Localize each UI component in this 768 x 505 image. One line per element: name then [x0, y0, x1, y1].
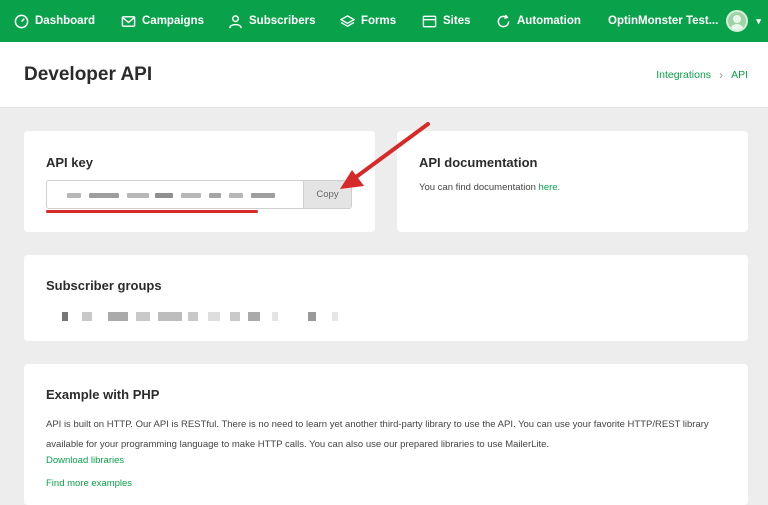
annotation-arrow-icon	[340, 122, 430, 189]
api-key-title: API key	[46, 155, 93, 170]
nav-campaigns[interactable]: Campaigns	[121, 0, 204, 42]
masked-text	[155, 193, 173, 198]
subscriber-groups-card: Subscriber groups	[24, 255, 748, 341]
nav-label: Dashboard	[35, 15, 96, 27]
breadcrumb-separator: ›	[719, 68, 724, 82]
top-nav: Dashboard Campaigns Subscribers Forms Si…	[0, 0, 768, 42]
masked-text	[89, 193, 119, 198]
nav-forms[interactable]: Forms	[340, 0, 396, 42]
breadcrumb-api-link[interactable]: API	[731, 69, 748, 81]
masked-text	[209, 193, 221, 198]
masked-text	[308, 312, 316, 321]
breadcrumb-integrations-link[interactable]: Integrations	[656, 69, 711, 81]
account-name: OptinMonster Test...	[608, 15, 719, 27]
masked-text	[332, 312, 338, 321]
masked-text	[208, 312, 220, 321]
breadcrumb: Integrations › API	[656, 68, 748, 82]
nav-label: Sites	[443, 15, 471, 27]
masked-text	[62, 312, 68, 321]
nav-label: Forms	[361, 15, 397, 27]
masked-text	[229, 193, 243, 198]
find-more-examples-link[interactable]: Find more examples	[46, 478, 132, 489]
masked-text	[158, 312, 182, 321]
browser-icon	[422, 15, 437, 27]
masked-text	[248, 312, 260, 321]
masked-text	[272, 312, 278, 321]
php-description: API is built on HTTP. Our API is RESTful…	[46, 419, 709, 450]
user-icon	[229, 14, 242, 28]
annotation-underline	[46, 210, 258, 213]
masked-text	[108, 312, 128, 321]
refresh-icon	[497, 13, 510, 27]
documentation-link[interactable]: here.	[539, 182, 561, 193]
avatar	[726, 10, 749, 32]
nav-dashboard[interactable]: Dashboard	[14, 0, 95, 42]
nav-label: Subscribers	[249, 15, 316, 27]
api-key-card: API key Copy	[24, 131, 375, 232]
api-documentation-card: API documentation You can find documenta…	[397, 131, 748, 232]
page-header: Developer API Integrations › API	[0, 42, 768, 108]
masked-text	[188, 312, 198, 321]
php-example-title: Example with PHP	[46, 387, 160, 402]
masked-text	[127, 193, 149, 198]
masked-text	[82, 312, 92, 321]
masked-text	[251, 193, 275, 198]
masked-text	[181, 193, 201, 198]
nav-subscribers[interactable]: Subscribers	[228, 0, 315, 42]
nav-sites[interactable]: Sites	[422, 0, 471, 42]
page-title: Developer API	[24, 64, 153, 85]
envelope-icon	[121, 15, 136, 27]
documentation-text: You can find documentation here.	[419, 182, 560, 193]
account-menu[interactable]: OptinMonster Test... ▾	[608, 0, 761, 42]
masked-text	[67, 193, 81, 198]
chevron-down-icon: ▾	[756, 15, 761, 26]
masked-text	[136, 312, 150, 321]
layers-icon	[340, 14, 355, 27]
dashboard-icon	[14, 14, 29, 28]
api-key-field[interactable]: Copy	[46, 180, 352, 209]
subscriber-groups-list	[62, 312, 338, 322]
nav-label: Campaigns	[142, 15, 204, 27]
nav-automation[interactable]: Automation	[496, 0, 581, 42]
php-example-card: Example with PHP API is built on HTTP. O…	[24, 364, 748, 505]
download-libraries-link[interactable]: Download libraries	[46, 455, 124, 466]
masked-text	[230, 312, 240, 321]
nav-label: Automation	[517, 15, 581, 27]
subscriber-groups-title: Subscriber groups	[46, 278, 162, 293]
